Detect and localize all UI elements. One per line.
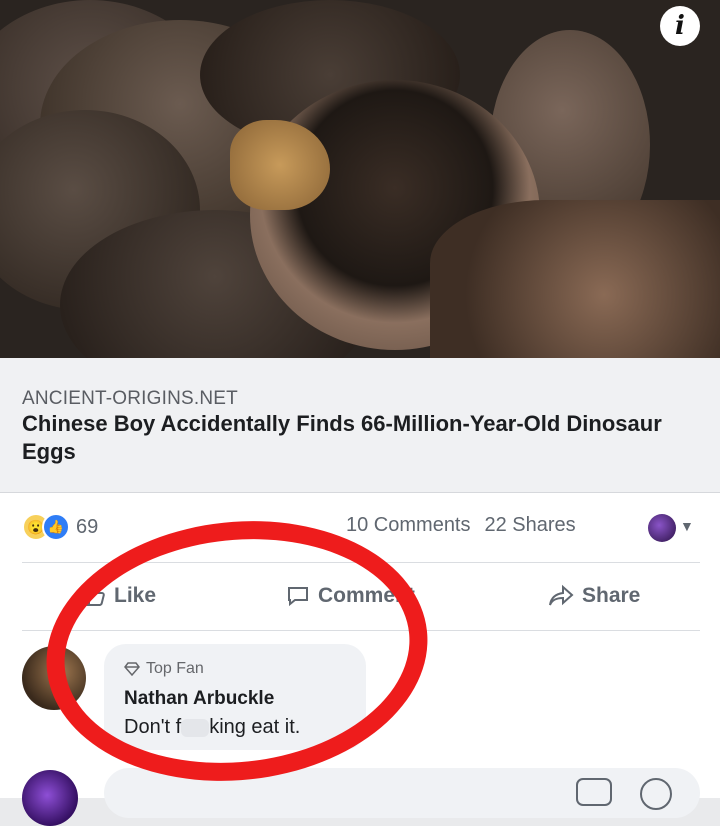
gravel bbox=[430, 200, 720, 358]
camera-icon[interactable] bbox=[576, 778, 612, 806]
reaction-count: 69 bbox=[76, 515, 99, 538]
link-domain: ANCIENT-ORIGINS.NET bbox=[22, 388, 238, 409]
link-headline[interactable]: Chinese Boy Accidentally Finds 66-Millio… bbox=[22, 410, 682, 466]
engagement-counts: 10 Comments 22 Shares bbox=[346, 514, 590, 537]
share-count-link[interactable]: 22 Shares bbox=[485, 514, 576, 536]
info-icon[interactable]: i bbox=[660, 6, 700, 46]
link-preview-image[interactable]: i bbox=[0, 0, 720, 358]
share-icon bbox=[549, 584, 574, 606]
chevron-down-icon[interactable]: ▼ bbox=[680, 518, 694, 534]
share-button[interactable]: Share bbox=[548, 584, 640, 608]
comment-count-link[interactable]: 10 Comments bbox=[346, 514, 471, 536]
page-avatar[interactable] bbox=[648, 514, 676, 542]
emoji-icon[interactable] bbox=[640, 778, 672, 810]
user-avatar[interactable] bbox=[22, 770, 78, 826]
reaction-summary[interactable]: 😮 👍 69 bbox=[22, 512, 98, 542]
share-label: Share bbox=[582, 584, 641, 607]
like-icon: 👍 bbox=[42, 513, 70, 541]
